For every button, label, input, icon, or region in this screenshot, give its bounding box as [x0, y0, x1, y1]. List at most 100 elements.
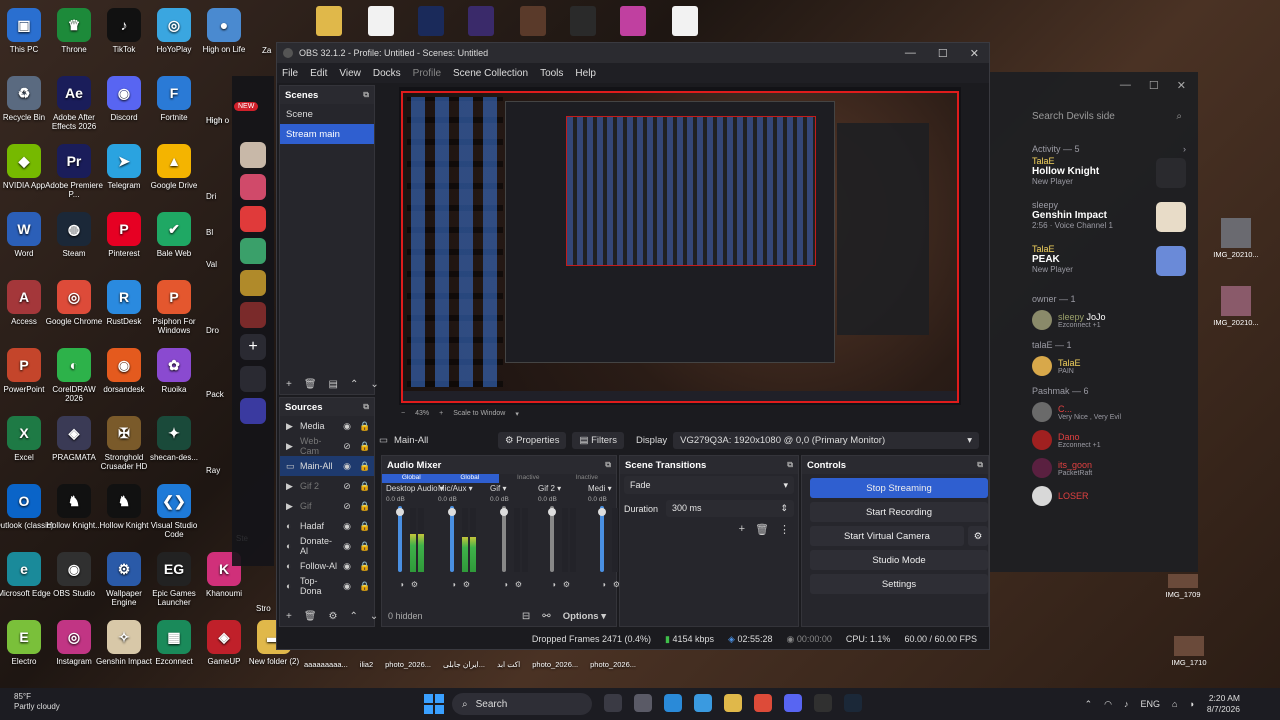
lock-icon[interactable]: 🔒	[356, 441, 374, 452]
desktop-icon[interactable]: P Psiphon For Windows	[144, 280, 204, 335]
folder-icon[interactable]	[724, 694, 742, 712]
source-item[interactable]: ◐ Hadaf ◉ 🔒	[280, 516, 374, 536]
image-file[interactable]: IMG_20210...	[1206, 286, 1266, 327]
scale-mode[interactable]: Scale to Window	[453, 410, 505, 418]
file-label[interactable]: photo_2026...	[590, 660, 636, 669]
preview-canvas[interactable]	[399, 87, 961, 405]
member-row[interactable]: LOSER	[1032, 482, 1198, 510]
link-icon[interactable]: ⚯	[542, 611, 550, 622]
gear-icon[interactable]: ⚙	[968, 526, 988, 546]
eye-icon[interactable]: ◉	[338, 421, 356, 432]
more-icon[interactable]: ⋮	[779, 523, 790, 536]
discord-icon[interactable]	[784, 694, 802, 712]
menu-help[interactable]: Help	[575, 68, 596, 79]
speaker-icon[interactable]: ◗	[602, 580, 607, 589]
desktop-icon-label[interactable]: Ray	[206, 466, 220, 475]
trash-icon[interactable]: 🗑	[304, 611, 317, 622]
file-icon[interactable]	[368, 6, 394, 36]
language[interactable]: ENG	[1141, 699, 1161, 709]
activity-card[interactable]: TalaE PEAK New Player	[1032, 244, 1198, 288]
menu-tools[interactable]: Tools	[540, 68, 563, 79]
settings-app-icon[interactable]	[634, 694, 652, 712]
member-row[interactable]: Dano Ezconnect +1	[1032, 426, 1198, 454]
chevron-right-icon[interactable]: ›	[1183, 144, 1186, 154]
desktop-icon-label[interactable]: Stro	[256, 604, 271, 613]
clock[interactable]: 2:20 AM 8/7/2026	[1207, 693, 1240, 715]
minimize-icon[interactable]: —	[905, 47, 916, 60]
lock-icon[interactable]: 🔒	[356, 501, 374, 512]
weather-widget[interactable]: 85°F Partly cloudy	[14, 692, 60, 712]
lock-icon[interactable]: 🔒	[356, 541, 374, 552]
desktop-icon[interactable]: ▲ Google Drive	[144, 144, 204, 190]
float-icon[interactable]: ⧉	[605, 460, 611, 470]
app-icon[interactable]	[240, 238, 266, 264]
activity-card[interactable]: TalaE Hollow Knight New Player	[1032, 156, 1198, 200]
scene-item-selected[interactable]: Stream main	[280, 124, 374, 144]
app-icon[interactable]	[240, 366, 266, 392]
desktop-icon-label[interactable]: Za	[262, 46, 271, 55]
desktop-icon-label[interactable]: Val	[206, 260, 217, 269]
close-icon[interactable]: ✕	[970, 47, 979, 60]
desktop-icon-label[interactable]: Bl	[206, 228, 213, 237]
file-label[interactable]: اکت ابد	[497, 660, 520, 669]
desktop-icon-label[interactable]: High	[206, 116, 222, 125]
eye-icon[interactable]: ◉	[338, 561, 356, 572]
start-button[interactable]	[424, 694, 444, 714]
spinner-icon[interactable]: ⇕	[780, 503, 788, 514]
fader-handle[interactable]	[500, 508, 508, 516]
menu-view[interactable]: View	[339, 68, 361, 79]
menu-edit[interactable]: Edit	[310, 68, 327, 79]
lock-icon[interactable]: 🔒	[356, 561, 374, 572]
display-select[interactable]: VG279Q3A: 1920x1080 @ 0,0 (Primary Monit…	[673, 431, 979, 449]
taskview-icon[interactable]	[604, 694, 622, 712]
volume-icon[interactable]: ◗	[1189, 699, 1194, 709]
image-file-icon[interactable]	[620, 6, 646, 36]
app-icon[interactable]	[240, 302, 266, 328]
zoom-in-icon[interactable]: +	[439, 410, 443, 418]
app-icon[interactable]	[240, 270, 266, 296]
mixer-tab[interactable]: Global	[440, 474, 499, 483]
lock-icon[interactable]: 🔒	[356, 581, 374, 592]
mixer-channel-name[interactable]: Gif ▾	[490, 484, 506, 493]
activity-card[interactable]: sleepy Genshin Impact 2:56 · Voice Chann…	[1032, 200, 1198, 244]
maximize-icon[interactable]: ☐	[938, 47, 948, 60]
speaker-icon[interactable]: ◗	[400, 580, 405, 589]
source-item[interactable]: ▭ Main-All ◉ 🔒	[280, 456, 374, 476]
trash-icon[interactable]: 🗑	[755, 523, 769, 536]
source-item[interactable]: ▶ Gif 2 ⊘ 🔒	[280, 476, 374, 496]
network-icon[interactable]: ⌂	[1172, 699, 1177, 709]
lock-icon[interactable]: 🔒	[356, 461, 374, 472]
mixer-tab[interactable]: Inactive	[499, 474, 558, 483]
fader-handle[interactable]	[548, 508, 556, 516]
chevron-down-icon[interactable]: ▾	[515, 410, 519, 418]
gear-icon[interactable]: ⚙	[411, 580, 418, 589]
properties-button[interactable]: ⚙ Properties	[497, 431, 567, 449]
gear-icon[interactable]: ⚙	[329, 611, 338, 622]
down-arrow-icon[interactable]: ⌄	[370, 611, 378, 622]
layout-icon[interactable]: ⊟	[522, 611, 530, 622]
mixer-channel-name[interactable]: Desktop Audio ▾	[386, 484, 444, 493]
eye-icon[interactable]: ◉	[338, 521, 356, 532]
close-icon[interactable]: ✕	[1177, 79, 1186, 92]
folder-icon[interactable]	[316, 6, 342, 36]
chevron-up-icon[interactable]: ⌃	[1085, 699, 1093, 710]
speaker-icon[interactable]: ◗	[452, 580, 457, 589]
menu-file[interactable]: File	[282, 68, 298, 79]
image-file-icon[interactable]	[418, 6, 444, 36]
eye-icon[interactable]: ◉	[338, 541, 356, 552]
image-file[interactable]: IMG_1709	[1158, 574, 1208, 599]
desktop-icon[interactable]: ✔ Bale Web	[144, 212, 204, 258]
discord-search-input[interactable]: Search Devils side ⌕	[1026, 104, 1188, 128]
mixer-tab[interactable]: Global	[382, 474, 441, 483]
add-icon[interactable]: +	[739, 523, 745, 536]
down-arrow-icon[interactable]: ⌄	[370, 379, 378, 390]
minimize-icon[interactable]: —	[1120, 79, 1131, 91]
app-icon[interactable]	[240, 142, 266, 168]
file-icon[interactable]	[672, 6, 698, 36]
file-label[interactable]: ilia2	[360, 660, 373, 669]
studio-mode-button[interactable]: Studio Mode	[810, 550, 988, 570]
steam-icon[interactable]	[844, 694, 862, 712]
filters-button[interactable]: ▤ Filters	[572, 431, 624, 449]
desktop-icon[interactable]: ❮❯ Visual Studio Code	[144, 484, 204, 539]
source-item[interactable]: ▶ Gif ⊘ 🔒	[280, 496, 374, 516]
